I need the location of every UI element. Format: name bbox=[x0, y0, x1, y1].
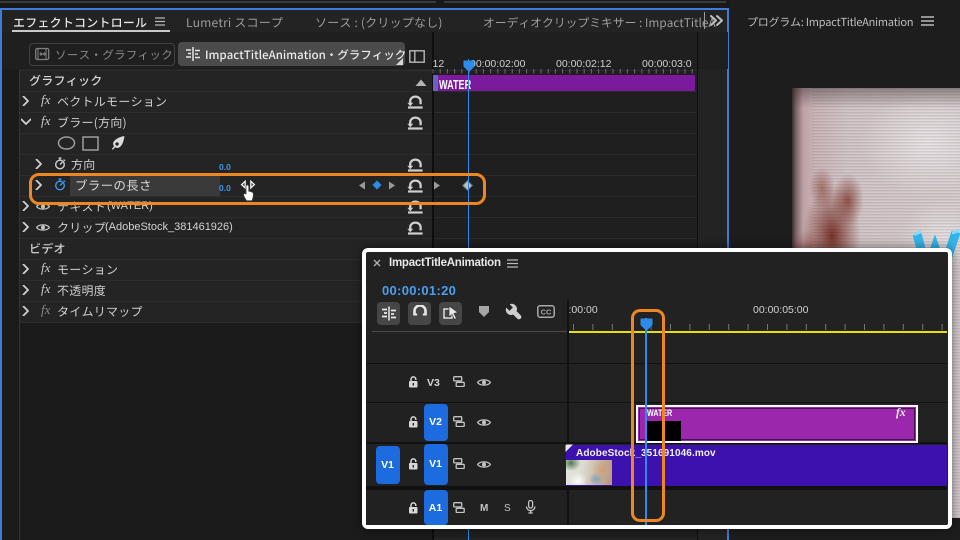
svg-text:CC: CC bbox=[541, 308, 552, 317]
